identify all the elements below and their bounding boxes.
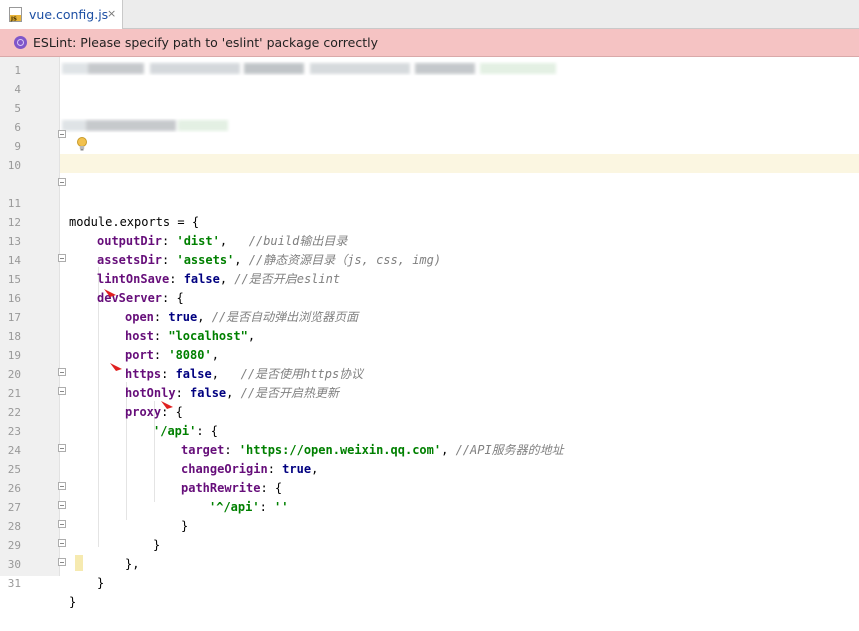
- js-file-icon: JS: [9, 7, 22, 22]
- code-line-29: 29 },: [0, 517, 859, 571]
- editor-tab-bar: JS vue.config.js ×: [0, 0, 859, 29]
- eslint-icon: [14, 36, 27, 49]
- line-number: 4: [14, 83, 21, 96]
- code-line-10: 10: [0, 156, 859, 175]
- fold-marker[interactable]: [58, 444, 66, 452]
- fold-marker[interactable]: [58, 178, 66, 186]
- code-line-19: 19 https: false, //是否使用https协议: [0, 327, 859, 381]
- fold-marker[interactable]: [58, 130, 66, 138]
- code-line-4: 4: [0, 80, 859, 99]
- banner-message: ESLint: Please specify path to 'eslint' …: [33, 35, 378, 50]
- code-line-16: 16 open: true, //是否自动弹出浏览器页面: [0, 270, 859, 324]
- red-arrow-target: [161, 401, 173, 409]
- eslint-warning-banner: ESLint: Please specify path to 'eslint' …: [0, 29, 859, 57]
- line-number: 5: [14, 102, 21, 115]
- tab-filename: vue.config.js: [29, 7, 109, 22]
- code-line-20: 20 hotOnly: false, //是否开启热更新: [0, 346, 859, 400]
- line-number: 6: [14, 121, 21, 134]
- red-arrow-host: [104, 289, 116, 297]
- code-line-23: 23 target: 'https://open.weixin.qq.com',…: [0, 403, 859, 457]
- code-line-18: 18 port: '8080',: [0, 308, 859, 362]
- code-line-1: 1: [0, 61, 859, 80]
- line-number: 9: [14, 140, 21, 153]
- code-line-6: 6: [0, 118, 859, 137]
- code-line-27: 27 }: [0, 479, 859, 533]
- fold-marker[interactable]: [58, 387, 66, 395]
- line-number: 1: [14, 64, 21, 77]
- code-brace: }: [97, 576, 105, 590]
- code-line-31: 31 }: [0, 555, 859, 609]
- fold-marker[interactable]: [58, 482, 66, 490]
- fold-marker[interactable]: [58, 501, 66, 509]
- fold-marker[interactable]: [58, 520, 66, 528]
- brace-match-highlight: [75, 555, 83, 571]
- code-line-22: 22 '/api': {: [0, 384, 859, 438]
- svg-text:JS: JS: [10, 17, 17, 23]
- red-arrow-proxy: [110, 363, 122, 371]
- code-line-25: 25 pathRewrite: {: [0, 441, 859, 495]
- code-line-5: 5: [0, 99, 859, 118]
- line-number: 31: [7, 577, 21, 590]
- fold-marker[interactable]: [58, 254, 66, 262]
- code-line-30: 30 }: [0, 536, 859, 590]
- code-line-24: 24 changeOrigin: true,: [0, 422, 859, 476]
- code-line-28: 28 }: [0, 498, 859, 552]
- code-line-15: 15 devServer: {: [0, 251, 859, 305]
- code-line-9: 9: [0, 137, 859, 156]
- line-number: 10: [7, 159, 21, 172]
- code-line-21: 21 proxy: {: [0, 365, 859, 419]
- code-editor[interactable]: 1 4 5 6 9 10 11 module.exports = { 12 ou…: [0, 57, 859, 609]
- code-line-17: 17 host: "localhost",: [0, 289, 859, 343]
- fold-marker[interactable]: [58, 539, 66, 547]
- tab-vue-config[interactable]: JS vue.config.js ×: [0, 0, 123, 29]
- code-brace: }: [69, 595, 77, 609]
- code-line-12: 12 outputDir: 'dist', //build输出目录: [0, 194, 859, 248]
- code-line-13: 13 assetsDir: 'assets', //静态资源目录（js, css…: [0, 213, 859, 267]
- fold-marker[interactable]: [58, 558, 66, 566]
- code-line-11: 11 module.exports = {: [0, 175, 859, 229]
- code-line-14: 14 lintOnSave: false, //是否开启eslint: [0, 232, 859, 286]
- fold-marker[interactable]: [58, 368, 66, 376]
- code-line-26: 26 '^/api': '': [0, 460, 859, 514]
- close-icon[interactable]: ×: [107, 7, 116, 20]
